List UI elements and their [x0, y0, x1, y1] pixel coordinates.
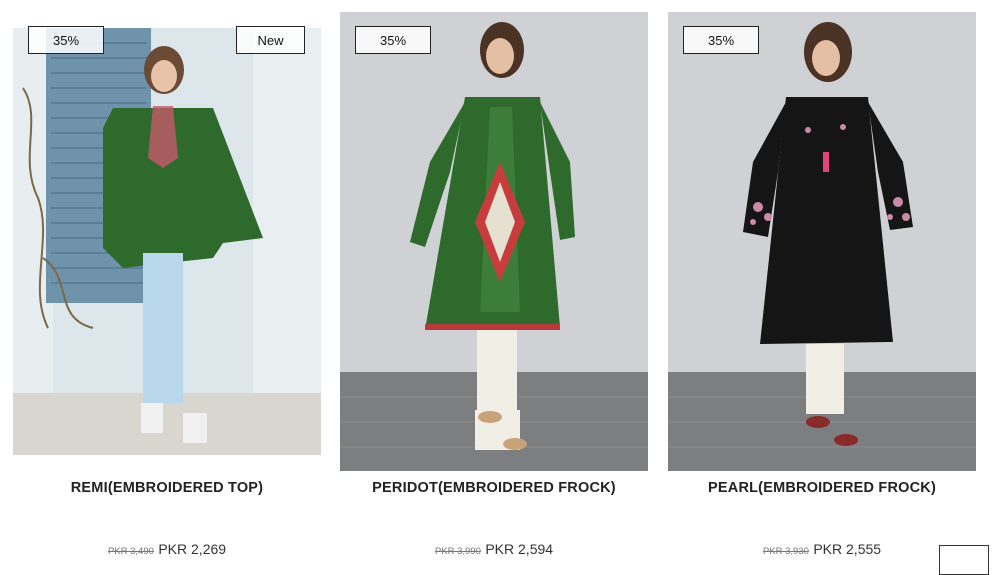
sale-price: PKR 2,269	[158, 541, 227, 557]
product-price: PKR 3,990 PKR 2,594	[340, 541, 648, 559]
discount-badge: 35%	[683, 26, 759, 54]
product-price: PKR 3,490 PKR 2,269	[13, 541, 321, 559]
sale-price: PKR 2,555	[813, 541, 882, 557]
product-image[interactable]	[668, 12, 976, 471]
product-title[interactable]: PERIDOT(EMBROIDERED FROCK)	[340, 480, 648, 496]
chat-widget-button[interactable]	[939, 545, 989, 575]
product-price: PKR 3,930 PKR 2,555	[668, 541, 976, 559]
original-price: PKR 3,930	[762, 546, 809, 557]
product-title[interactable]: PEARL(EMBROIDERED FROCK)	[668, 480, 976, 496]
new-badge: New	[236, 26, 305, 54]
product-image[interactable]	[340, 12, 648, 471]
product-title[interactable]: REMI(EMBROIDERED TOP)	[13, 480, 321, 496]
original-price: PKR 3,990	[434, 546, 481, 557]
original-price: PKR 3,490	[107, 546, 154, 557]
product-image[interactable]	[13, 28, 321, 455]
sale-price: PKR 2,594	[485, 541, 554, 557]
discount-badge: 35%	[355, 26, 431, 54]
discount-badge: 35%	[28, 26, 104, 54]
